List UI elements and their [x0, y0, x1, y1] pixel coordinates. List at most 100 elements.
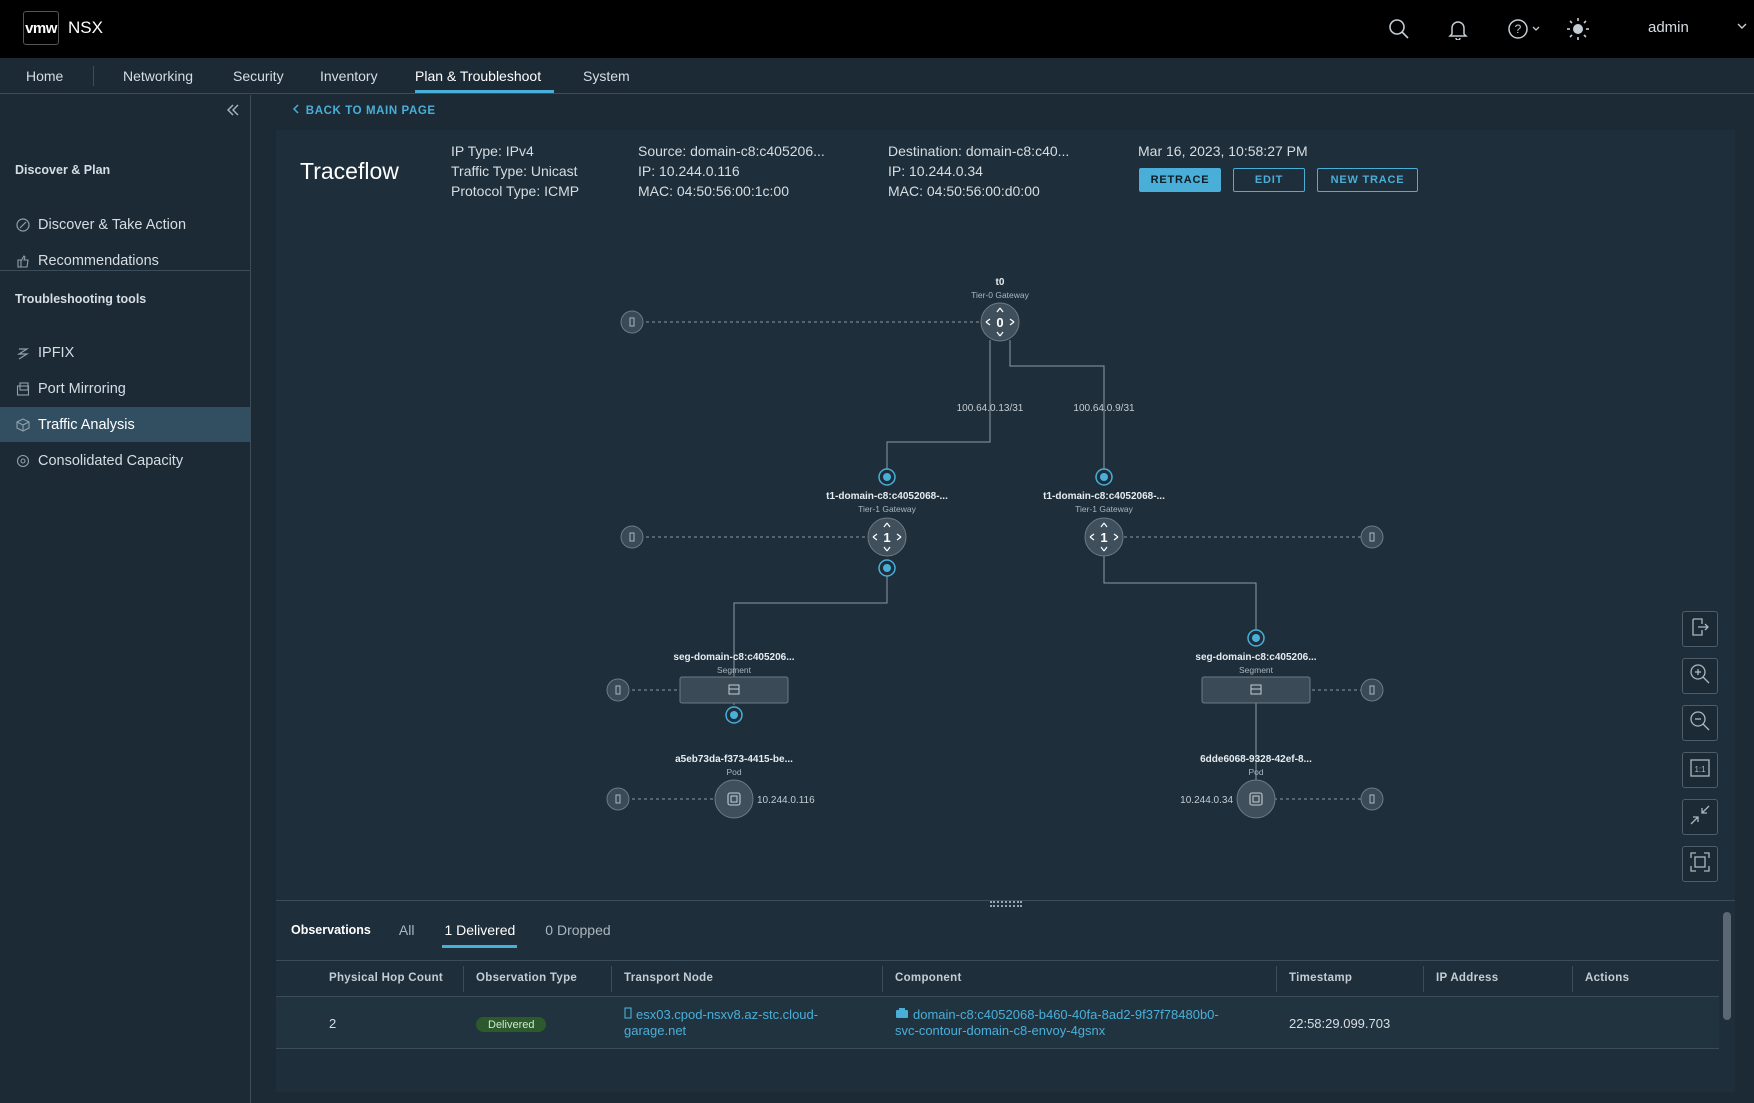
col-hop-count[interactable]: Physical Hop Count [329, 972, 443, 984]
tab-dropped[interactable]: 0 Dropped [545, 922, 610, 938]
t0-type: Tier-0 Gateway [971, 290, 1030, 300]
col-observation-type[interactable]: Observation Type [476, 972, 577, 984]
col-component[interactable]: Component [895, 972, 962, 984]
sidebar: Discover & Plan Discover & Take Action R… [0, 95, 251, 1103]
nav-home[interactable]: Home [26, 68, 63, 84]
sidebar-item-label: Recommendations [38, 252, 159, 269]
segment-left-node[interactable] [679, 676, 789, 704]
pod-left-type: Pod [726, 767, 741, 777]
source-ip: IP: 10.244.0.116 [638, 163, 740, 179]
tier0-gateway-node[interactable]: 0 [980, 302, 1020, 342]
seg-left-external-port[interactable] [606, 678, 630, 702]
col-ip-address[interactable]: IP Address [1436, 972, 1498, 984]
sidebar-section-discover: Discover & Plan [15, 163, 111, 177]
col-transport-node[interactable]: Transport Node [624, 972, 713, 984]
app-name[interactable]: NSX [68, 18, 103, 38]
t1-left-external-port[interactable] [620, 525, 644, 549]
sidebar-item-label: Traffic Analysis [38, 416, 135, 433]
user-menu[interactable]: admin [1648, 19, 1689, 36]
sidebar-divider [0, 270, 250, 271]
nav-system[interactable]: System [583, 68, 630, 84]
export-button[interactable] [1682, 611, 1718, 647]
tab-all[interactable]: All [399, 922, 415, 938]
component-link[interactable]: domain-c8:c4052068-b460-40fa-8ad2-9f37f7… [895, 1007, 1219, 1039]
table-row[interactable]: 2 Delivered esx03.cpod-nsxv8.az-stc.clou… [276, 997, 1719, 1049]
col-actions[interactable]: Actions [1585, 972, 1629, 984]
destination-ip: IP: 10.244.0.34 [888, 163, 983, 179]
fit-icon [1689, 851, 1711, 878]
pod-left-external-port[interactable] [606, 787, 630, 811]
t1-right-name: t1-domain-c8:c4052068-... [1043, 491, 1165, 502]
resize-handle[interactable] [990, 901, 1022, 907]
sidebar-section-troubleshooting: Troubleshooting tools [15, 292, 147, 306]
nav-active-indicator [415, 90, 554, 93]
cube-icon [16, 417, 30, 432]
sidebar-item-port-mirroring[interactable]: Port Mirroring [0, 371, 250, 406]
actual-size-button[interactable]: 1:1 [1682, 752, 1718, 788]
thumbs-up-icon [16, 254, 30, 268]
vertical-scrollbar[interactable] [1723, 912, 1731, 1020]
transport-node-link[interactable]: esx03.cpod-nsxv8.az-stc.cloud- garage.ne… [624, 1007, 818, 1039]
table-header: Physical Hop Count Observation Type Tran… [276, 960, 1719, 997]
trace-params: IP Type: IPv4 Traffic Type: Unicast Prot… [451, 141, 579, 201]
sidebar-item-label: Consolidated Capacity [38, 452, 184, 469]
link-left-subnet: 100.64.0.13/31 [957, 403, 1024, 414]
retrace-button[interactable]: RETRACE [1139, 168, 1221, 192]
tier1-gateway-right-node[interactable]: 1 [1084, 517, 1124, 557]
host-icon [624, 1007, 636, 1023]
chevron-down-icon[interactable] [1736, 19, 1748, 37]
observations-table: Physical Hop Count Observation Type Tran… [276, 960, 1719, 1049]
fit-to-screen-button[interactable] [1682, 846, 1718, 882]
nav-security[interactable]: Security [233, 68, 284, 84]
ipfix-icon [16, 346, 30, 360]
transport-node-line2: garage.net [624, 1023, 687, 1038]
t0-external-port[interactable] [620, 310, 644, 334]
back-to-main-link[interactable]: BACK TO MAIN PAGE [292, 104, 436, 117]
segment-right-node[interactable] [1201, 676, 1311, 704]
seg-right-external-port[interactable] [1360, 678, 1384, 702]
collapse-sidebar-icon[interactable] [226, 103, 240, 122]
pod-left-ip: 10.244.0.116 [757, 795, 815, 806]
collapse-icon [1689, 804, 1711, 831]
link-right-subnet: 100.64.0.9/31 [1073, 403, 1135, 414]
tab-delivered[interactable]: 1 Delivered [442, 922, 518, 948]
sidebar-item-recommendations[interactable]: Recommendations [0, 243, 250, 278]
observations-label: Observations [291, 923, 371, 937]
help-icon[interactable]: ? [1505, 15, 1545, 43]
theme-sun-icon[interactable] [1564, 15, 1592, 43]
pod-right-external-port[interactable] [1360, 787, 1384, 811]
pod-left-name: a5eb73da-f373-4415-be... [675, 754, 793, 765]
col-timestamp[interactable]: Timestamp [1289, 972, 1352, 984]
pod-right-node[interactable] [1236, 779, 1276, 819]
edit-button[interactable]: EDIT [1233, 168, 1305, 192]
nav-inventory[interactable]: Inventory [320, 68, 378, 84]
source-mac: MAC: 04:50:56:00:1c:00 [638, 183, 789, 199]
search-icon[interactable] [1385, 15, 1413, 43]
discover-icon [16, 217, 30, 232]
t1-right-external-port[interactable] [1360, 525, 1384, 549]
svg-text:?: ? [1515, 22, 1522, 36]
hop-count: 2 [329, 1016, 337, 1031]
zoom-in-button[interactable] [1682, 658, 1718, 694]
observation-tabs: Observations All 1 Delivered 0 Dropped [291, 922, 641, 948]
sidebar-item-consolidated-capacity[interactable]: Consolidated Capacity [0, 443, 250, 478]
sidebar-item-traffic-analysis[interactable]: Traffic Analysis [0, 407, 250, 442]
new-trace-button[interactable]: NEW TRACE [1317, 168, 1418, 192]
destination-info: Destination: domain-c8:c40... IP: 10.244… [888, 141, 1069, 201]
pod-left-node[interactable] [714, 779, 754, 819]
transport-node-line1: esx03.cpod-nsxv8.az-stc.cloud- [636, 1007, 819, 1022]
tier1-gateway-left-node[interactable]: 1 [867, 517, 907, 557]
source-info: Source: domain-c8:c405206... IP: 10.244.… [638, 141, 825, 201]
vmware-logo[interactable]: vmw [23, 11, 59, 45]
nav-networking[interactable]: Networking [123, 68, 193, 84]
zoom-out-button[interactable] [1682, 705, 1718, 741]
sidebar-item-ipfix[interactable]: IPFIX [0, 335, 250, 370]
sidebar-item-discover[interactable]: Discover & Take Action [0, 207, 250, 242]
svg-text:0: 0 [996, 315, 1003, 330]
nav-plan-troubleshoot[interactable]: Plan & Troubleshoot [415, 68, 541, 84]
bell-icon[interactable] [1444, 15, 1472, 43]
sidebar-item-label: Discover & Take Action [38, 216, 187, 233]
top-bar: vmw NSX ? admin [0, 0, 1754, 58]
collapse-view-button[interactable] [1682, 799, 1718, 835]
source-name: Source: domain-c8:c405206... [638, 143, 825, 159]
